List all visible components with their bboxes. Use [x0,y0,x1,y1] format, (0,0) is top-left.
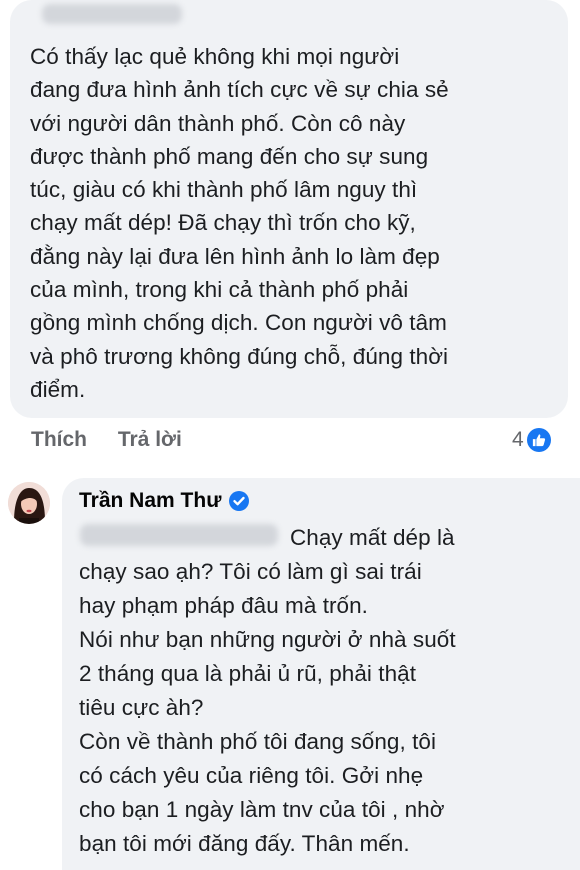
comment-line: điểm. [30,376,86,402]
blurred-commenter-name [42,4,182,24]
reply-line: 2 tháng qua là phải ủ rũ, phải thật [79,661,417,686]
reply-line: bạn tôi mới đăng đấy. Thân mến. [79,831,410,856]
comment-line: đang đưa hình ảnh tích cực về sự chia sẻ [30,77,449,103]
reply-line: tiêu cực àh? [79,695,204,720]
comment-line: chạy mất dép! Đã chạy thì trốn cho kỹ, [30,210,416,236]
comment-line: và phô trương không đúng chỗ, đúng thời [30,343,449,369]
comment-text: Có thấy lạc quẻ không khi mọi người đang… [30,40,560,406]
author-name-text[interactable]: Trần Nam Thư [79,489,221,513]
reply-line: Chạy mất dép là [290,525,455,550]
verified-check-icon [229,491,250,511]
avatar[interactable] [8,482,50,524]
reply-line: cho bạn 1 ngày làm tnv của tôi , nhờ [79,797,445,822]
comment-line: của mình, trong khi cả thành phố phải [30,277,409,303]
comment-actions: Thích Trả lời [31,428,207,452]
reply-line: chạy sao ạh? Tôi có làm gì sai trái [79,559,422,584]
reaction-count: 4 [512,428,524,451]
reply-line: Còn về thành phố tôi đang sống, tôi [79,729,437,754]
reply-button[interactable]: Trả lời [118,428,182,451]
reaction-summary[interactable]: 4 [512,428,551,452]
comment-line: được thành phố mang đến cho sự sung [30,143,429,169]
comment-line: đằng này lại đưa lên hình ảnh lo làm đẹp [30,243,440,269]
comment-line: với người dân thành phố. Còn cô này [30,110,406,136]
like-button[interactable]: Thích [31,428,87,451]
reply-line: hay phạm pháp đâu mà trốn. [79,593,368,618]
comment-line: gồng mình chống dịch. Con người vô tâm [30,310,447,336]
thumbs-up-icon [526,428,551,452]
reply-line: Nói như bạn những người ở nhà suốt [79,627,456,652]
reply-line: có cách yêu của riêng tôi. Gởi nhẹ [79,763,424,788]
reply-text: Chạy mất dép là chạy sao ạh? Tôi có làm … [79,521,569,861]
comment-line: Có thấy lạc quẻ không khi mọi người [30,44,400,69]
comment-line: túc, giàu có khi thành phố lâm nguy thì [30,177,418,203]
author-name[interactable]: Trần Nam Thư [79,489,250,513]
